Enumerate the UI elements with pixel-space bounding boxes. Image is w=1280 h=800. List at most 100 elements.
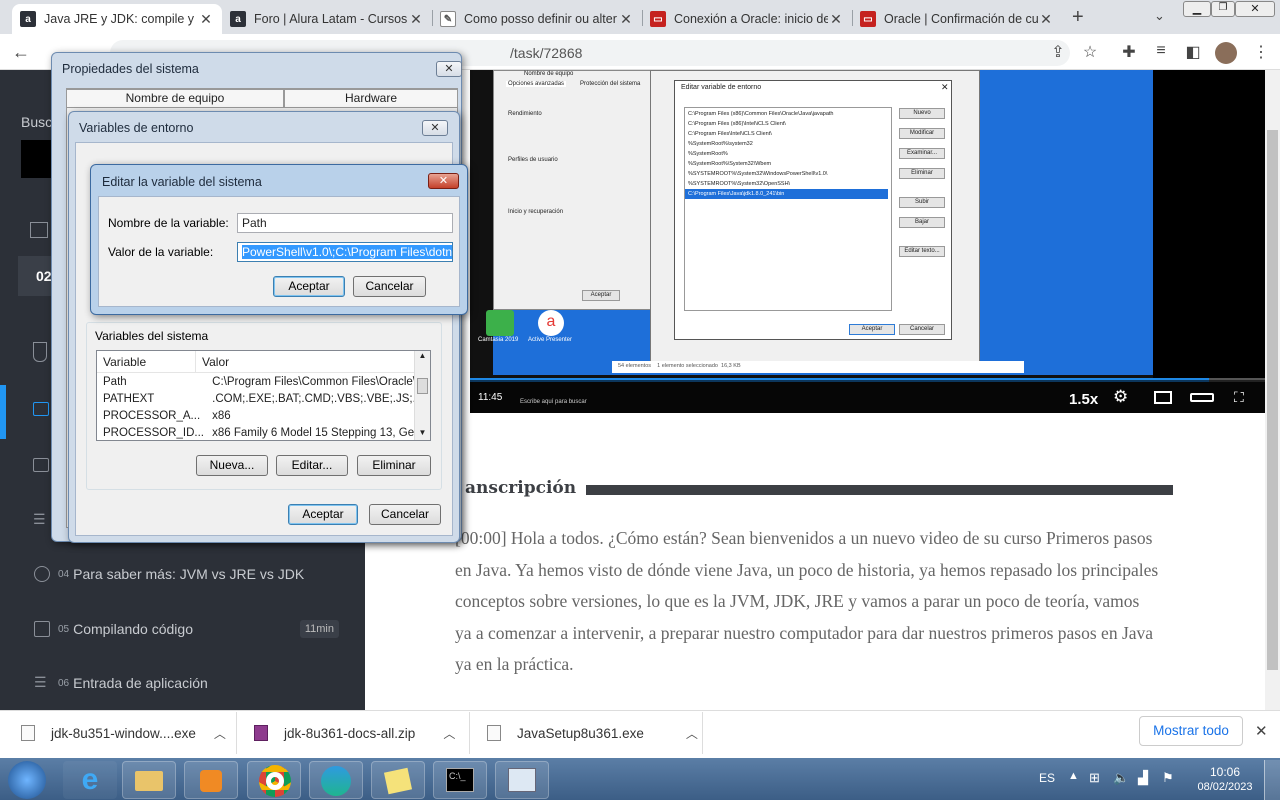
side-panel-icon[interactable]: ◧ bbox=[1182, 42, 1204, 64]
edit-var-button[interactable]: Editar... bbox=[276, 455, 348, 476]
close-tab-icon[interactable]: ✕ bbox=[828, 11, 844, 28]
inner-close-icon: ✕ bbox=[941, 82, 949, 92]
variable-value-field[interactable]: PowerShell\v1.0\;C:\Program Files\dotnet… bbox=[237, 242, 453, 262]
sidebar-item-entrada-aplicacion[interactable]: ☰ 06 Entrada de aplicación bbox=[0, 663, 365, 703]
file-explorer-icon[interactable] bbox=[122, 761, 176, 799]
table-row[interactable]: PROCESSOR_A... x86 bbox=[97, 407, 424, 424]
extensions-puzzle-icon[interactable]: ✚ bbox=[1118, 42, 1140, 64]
chrome-icon[interactable] bbox=[247, 761, 301, 799]
network-icon[interactable]: ⊞ bbox=[1089, 770, 1100, 786]
chevron-up-icon[interactable]: ︿ bbox=[443, 725, 455, 742]
show-all-downloads-button[interactable]: Mostrar todo bbox=[1139, 716, 1243, 746]
signal-icon[interactable]: ▟ bbox=[1138, 770, 1148, 786]
new-tab-icon[interactable]: + bbox=[1072, 6, 1084, 29]
inner-path-item: %SystemRoot%\system32 bbox=[688, 141, 753, 147]
video-pillar bbox=[1153, 70, 1265, 380]
close-tab-icon[interactable]: ✕ bbox=[198, 11, 214, 28]
env-cancel-button[interactable]: Cancelar bbox=[369, 504, 441, 525]
column-variable[interactable]: Variable bbox=[97, 351, 196, 372]
media-control-icon[interactable]: ≡ bbox=[1150, 42, 1172, 64]
system-properties-taskbar-icon[interactable] bbox=[495, 761, 549, 799]
volume-icon[interactable]: 🔈 bbox=[1113, 770, 1129, 786]
action-center-flag-icon[interactable]: ⚑ bbox=[1162, 770, 1174, 786]
page-scrollbar[interactable] bbox=[1265, 70, 1280, 710]
delete-var-button[interactable]: Eliminar bbox=[357, 455, 431, 476]
tab-search-chevron-icon[interactable]: ⌄ bbox=[1154, 8, 1165, 24]
close-icon[interactable]: ✕ bbox=[422, 120, 448, 136]
tab-hardware[interactable]: Hardware bbox=[284, 89, 458, 108]
transcript-title-rule bbox=[586, 485, 1173, 495]
tray-expand-icon[interactable]: ▲ bbox=[1068, 770, 1079, 782]
inner-edit-env-dialog: Editar variable de entorno ✕ C:\Program … bbox=[674, 80, 952, 340]
internet-explorer-icon[interactable]: e bbox=[63, 761, 117, 799]
tab-java-jre[interactable]: a Java JRE y JDK: compile y eje ✕ bbox=[12, 4, 222, 34]
fullscreen-icon[interactable]: ⛶ bbox=[1234, 389, 1244, 406]
scrollbar-thumb[interactable] bbox=[1267, 130, 1278, 670]
media-player-icon[interactable] bbox=[184, 761, 238, 799]
bookmark-star-icon[interactable]: ☆ bbox=[1079, 42, 1101, 64]
list-icon[interactable]: ☰ bbox=[33, 512, 49, 526]
close-tab-icon[interactable]: ✕ bbox=[408, 11, 424, 28]
list-scrollbar[interactable]: ▲ ▼ bbox=[414, 351, 430, 440]
start-button-icon[interactable] bbox=[8, 761, 46, 799]
download-item[interactable]: JavaSetup8u361.exe ︿ bbox=[487, 722, 698, 744]
close-icon[interactable]: ✕ bbox=[436, 61, 462, 77]
minimize-window-icon[interactable]: ▁ bbox=[1183, 1, 1211, 17]
tab-como-posso[interactable]: ✎ Como posso definir ou alter ✕ bbox=[432, 4, 642, 34]
tab-conexion-oracle[interactable]: ▭ Conexión a Oracle: inicio de ✕ bbox=[642, 4, 852, 34]
edge-icon[interactable] bbox=[309, 761, 363, 799]
back-arrow-icon[interactable]: ← bbox=[10, 42, 32, 64]
settings-gear-icon[interactable]: ⚙ bbox=[1113, 387, 1128, 407]
tab-nombre-de-equipo[interactable]: Nombre de equipo bbox=[66, 89, 284, 108]
restore-window-icon[interactable]: ❐ bbox=[1211, 1, 1235, 17]
sidebar-item-para-saber-mas[interactable]: 04 Para saber más: JVM vs JRE vs JDK bbox=[0, 554, 365, 594]
lab-flask-icon[interactable] bbox=[33, 342, 47, 362]
close-icon[interactable]: ✕ bbox=[428, 173, 459, 189]
table-row[interactable]: PROCESSOR_ID... x86 Family 6 Model 15 Ste… bbox=[97, 424, 424, 440]
scrollbar-thumb[interactable] bbox=[417, 378, 428, 394]
show-desktop-button[interactable] bbox=[1264, 760, 1280, 800]
video-play-icon[interactable] bbox=[33, 402, 49, 416]
scroll-down-icon[interactable]: ▼ bbox=[415, 428, 430, 437]
sticky-notes-icon[interactable] bbox=[371, 761, 425, 799]
env-ok-button[interactable]: Aceptar bbox=[288, 504, 358, 525]
oracle-favicon-icon: ▭ bbox=[860, 11, 876, 27]
share-icon[interactable]: ⇪ bbox=[1047, 42, 1069, 64]
divider bbox=[702, 712, 703, 754]
playback-speed[interactable]: 1.5x bbox=[1069, 391, 1098, 408]
book-icon[interactable] bbox=[30, 222, 48, 238]
command-prompt-icon[interactable]: C:\_ bbox=[433, 761, 487, 799]
transcript-text: [00:00] Hola a todos. ¿Cómo están? Sean … bbox=[455, 528, 1159, 674]
close-window-icon[interactable]: ✕ bbox=[1235, 1, 1275, 17]
taskbar-clock[interactable]: 10:06 08/02/2023 bbox=[1197, 765, 1252, 793]
chevron-up-icon[interactable]: ︿ bbox=[214, 725, 226, 742]
tab-foro-alura[interactable]: a Foro | Alura Latam - Cursos ✕ bbox=[222, 4, 432, 34]
new-var-button[interactable]: Nueva... bbox=[196, 455, 268, 476]
chevron-up-icon[interactable]: ︿ bbox=[686, 725, 698, 742]
table-row[interactable]: PATHEXT .COM;.EXE;.BAT;.CMD;.VBS;.VBE;.JS… bbox=[97, 390, 424, 407]
picture-in-picture-icon[interactable] bbox=[1154, 391, 1172, 404]
profile-avatar[interactable] bbox=[1215, 42, 1237, 64]
scroll-up-icon[interactable]: ▲ bbox=[415, 351, 430, 360]
video-play-icon[interactable] bbox=[33, 458, 49, 472]
sidebar-item-compilando-codigo[interactable]: 05 Compilando código 11min bbox=[0, 609, 365, 649]
table-row[interactable]: Path C:\Program Files\Common Files\Oracle… bbox=[97, 373, 424, 390]
theater-mode-icon[interactable] bbox=[1190, 393, 1214, 402]
system-vars-list[interactable]: Variable Valor Path C:\Program Files\Comm… bbox=[96, 350, 431, 441]
video-play-icon bbox=[34, 621, 50, 637]
variable-name-field[interactable]: Path bbox=[237, 213, 453, 233]
menu-kebab-icon[interactable]: ⋮ bbox=[1250, 42, 1272, 64]
system-properties-title: Propiedades del sistema bbox=[62, 62, 199, 76]
close-tab-icon[interactable]: ✕ bbox=[1038, 11, 1054, 28]
download-item[interactable]: jdk-8u351-window....exe ︿ bbox=[21, 722, 226, 744]
tab-oracle-confirmacion[interactable]: ▭ Oracle | Confirmación de cu ✕ bbox=[852, 4, 1062, 34]
edit-cancel-button[interactable]: Cancelar bbox=[353, 276, 426, 297]
edit-ok-button[interactable]: Aceptar bbox=[273, 276, 345, 297]
close-download-bar-icon[interactable]: ✕ bbox=[1255, 722, 1268, 740]
language-indicator[interactable]: ES bbox=[1039, 771, 1055, 785]
column-valor[interactable]: Valor bbox=[196, 351, 414, 372]
download-item[interactable]: jdk-8u361-docs-all.zip ︿ bbox=[254, 722, 455, 744]
close-tab-icon[interactable]: ✕ bbox=[618, 11, 634, 28]
exe-file-icon bbox=[487, 725, 501, 741]
exe-file-icon bbox=[21, 725, 35, 741]
